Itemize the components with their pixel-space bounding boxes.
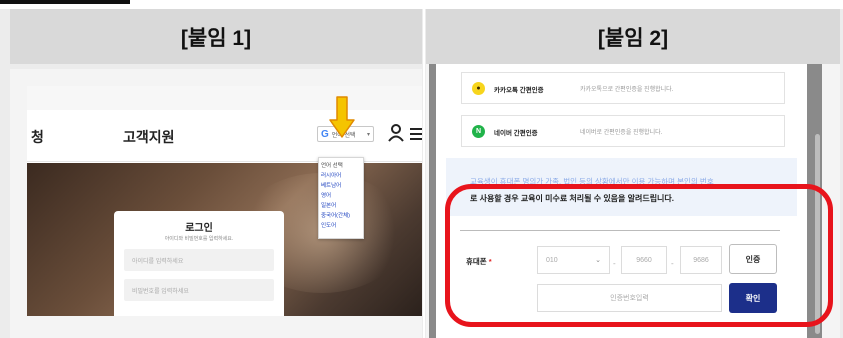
attachment-1-panel: 청 고객지원 G 언어 선택 ▾ 로그인 아이디와 비밀번호를 입력하세요. 아… — [10, 69, 422, 338]
required-mark: * — [488, 257, 492, 266]
phone-last-value: 9686 — [693, 256, 709, 264]
site-header: 청 고객지원 G 언어 선택 ▾ — [27, 110, 422, 162]
hamburger-menu-icon[interactable] — [410, 128, 422, 140]
attachment-2-label: [붙임 2] — [426, 9, 840, 64]
verification-page: ● 카카오톡 간편인증 카카오톡으로 간편인증을 진행합니다. N 네이버 간편… — [436, 64, 807, 338]
language-option[interactable]: 영어 — [321, 191, 361, 201]
id-input[interactable]: 아이디를 입력하세요 — [124, 249, 274, 271]
user-icon[interactable] — [388, 124, 404, 142]
phone-dash: - — [613, 259, 616, 268]
divider — [460, 230, 780, 231]
confirm-button[interactable]: 확인 — [729, 283, 777, 313]
notice-text-line-2: 로 사용할 경우 교육이 미수료 처리될 수 있음을 알려드립니다. — [470, 194, 675, 203]
kakao-icon: ● — [472, 82, 485, 95]
notice-text-line-1: 교육생이 휴대폰 명의가 가족, 법인 등의 상황에서만 이용 가능하며 본인의… — [470, 177, 714, 186]
auth-option-desc: 카카오톡으로 간편인증을 진행합니다. — [580, 87, 674, 93]
chevron-down-icon: ⌄ — [595, 257, 601, 264]
login-card: 로그인 아이디와 비밀번호를 입력하세요. 아이디를 입력하세요 비밀번호를 입… — [114, 211, 284, 316]
attachment-2-panel: ● 카카오톡 간편인증 카카오톡으로 간편인증을 진행합니다. N 네이버 간편… — [426, 64, 840, 338]
language-option[interactable]: 러시아어 — [321, 171, 361, 181]
header-rule — [0, 0, 130, 4]
language-option[interactable]: 베트남어 — [321, 181, 361, 191]
verification-code-placeholder: 인증번호입력 — [610, 295, 649, 302]
naver-auth-option[interactable]: N 네이버 간편인증 네이버로 간편인증을 진행합니다. — [461, 115, 785, 147]
top-strip — [27, 86, 422, 110]
language-dropdown-menu: 언어 선택 러시아어 베트남어 영어 일본어 중국어(간체) 인도어 — [318, 157, 364, 239]
down-arrow-icon — [329, 96, 355, 138]
verify-button[interactable]: 인증 — [729, 244, 777, 274]
chevron-down-icon: ▾ — [366, 131, 370, 138]
attachment-1-label: [붙임 1] — [10, 9, 422, 64]
login-title: 로그인 — [185, 223, 213, 234]
auth-option-name: 카카오톡 간편인증 — [494, 87, 544, 94]
phone-middle-input[interactable]: 9660 — [621, 246, 667, 274]
notice-box: 교육생이 휴대폰 명의가 가족, 법인 등의 상황에서만 이용 가능하며 본인의… — [446, 158, 797, 216]
naver-icon: N — [472, 125, 485, 138]
phone-label-text: 휴대폰 — [466, 257, 487, 266]
password-input[interactable]: 비밀번호를 입력하세요 — [124, 279, 274, 301]
phone-label: 휴대폰 * — [466, 256, 492, 267]
scrollbar[interactable] — [815, 134, 820, 334]
column-divider — [423, 9, 425, 338]
phone-dash: - — [671, 259, 674, 268]
phone-last-input[interactable]: 9686 — [680, 246, 722, 274]
auth-option-desc: 네이버로 간편인증을 진행합니다. — [580, 130, 663, 136]
nav-customer-support[interactable]: 고객지원 — [123, 127, 175, 147]
language-option[interactable]: 인도어 — [321, 221, 361, 231]
language-option[interactable]: 중국어(간체) — [321, 211, 361, 221]
verification-code-input[interactable]: 인증번호입력 — [537, 284, 722, 312]
website-screenshot: 청 고객지원 G 언어 선택 ▾ 로그인 아이디와 비밀번호를 입력하세요. 아… — [27, 86, 422, 316]
kakao-auth-option[interactable]: ● 카카오톡 간편인증 카카오톡으로 간편인증을 진행합니다. — [461, 72, 785, 104]
nav-left-text[interactable]: 청 — [31, 127, 44, 147]
language-option[interactable]: 일본어 — [321, 201, 361, 211]
mobile-screenshot: ● 카카오톡 간편인증 카카오톡으로 간편인증을 진행합니다. N 네이버 간편… — [429, 64, 822, 338]
phone-middle-value: 9660 — [636, 256, 652, 264]
phone-prefix-value: 010 — [546, 256, 558, 264]
google-icon: G — [321, 128, 329, 140]
language-option[interactable]: 언어 선택 — [321, 161, 361, 171]
phone-prefix-select[interactable]: 010 ⌄ — [537, 246, 610, 274]
auth-option-name: 네이버 간편인증 — [494, 130, 538, 137]
login-subtitle: 아이디와 비밀번호를 입력하세요. — [164, 236, 234, 242]
